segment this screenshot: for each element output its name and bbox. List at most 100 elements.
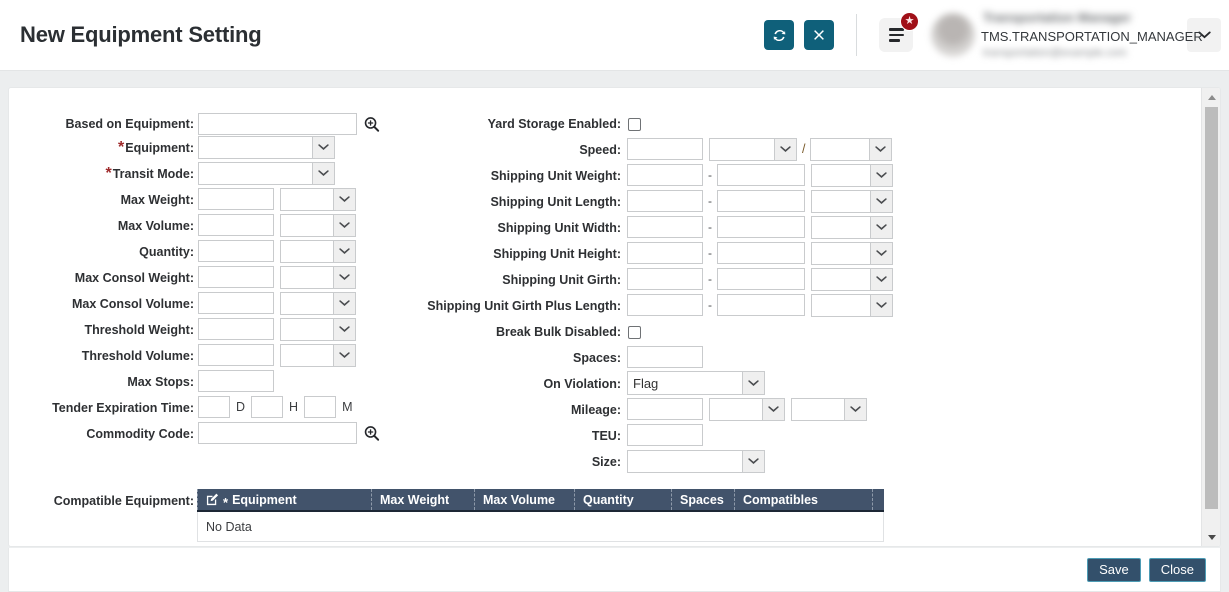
tender-expiration-hours-input[interactable] [251,396,284,418]
su-weight-from-input[interactable] [627,164,703,186]
su-girth-uom-select[interactable] [811,267,893,291]
equipment-select[interactable] [198,135,335,159]
threshold-weight-uom-select[interactable] [280,317,356,341]
mileage-type-select[interactable] [791,397,867,421]
based-on-equipment-input[interactable] [198,113,357,135]
field-shipping-unit-height: - [627,241,893,265]
chevron-down-icon [762,398,784,420]
field-threshold-volume [198,343,356,367]
field-spaces-label: Spaces: [573,351,621,365]
su-length-from-input[interactable] [627,190,703,212]
teu-input[interactable] [627,424,703,446]
su-girth-from-input[interactable] [627,268,703,290]
max-consol-volume-uom-select[interactable] [280,291,356,315]
max-stops-input[interactable] [198,370,274,392]
su-height-uom-select[interactable] [811,241,893,265]
break-bulk-disabled-checkbox[interactable] [628,325,641,339]
su-width-from-input[interactable] [627,216,703,238]
size-select[interactable] [627,449,765,473]
save-button[interactable]: Save [1087,558,1141,582]
chevron-down-icon [774,138,796,160]
field-break-bulk-disabled [628,320,641,344]
form-panel: Based on Equipment: * Equipment: * Trans… [8,87,1221,547]
su-weight-uom-select[interactable] [811,163,893,187]
su-girth-to-input[interactable] [717,268,805,290]
quantity-uom-select[interactable] [280,239,356,263]
field-equipment-label: * Equipment: [118,139,194,156]
notifications-menu[interactable]: ★ [879,12,919,52]
table-column-quantity[interactable]: Quantity [574,489,671,510]
max-volume-uom-select[interactable] [280,213,356,237]
refresh-button[interactable] [764,20,794,50]
menu-line-1 [888,28,904,31]
field-quantity-label: Quantity: [139,245,194,259]
table-column-max-weight[interactable]: Max Weight [371,489,474,510]
scrollbar-thumb[interactable] [1205,107,1218,509]
table-column-equipment[interactable]: * Equipment [197,489,371,510]
su-height-to-input[interactable] [717,242,805,264]
on-violation-select[interactable]: Flag [627,371,765,395]
mileage-input[interactable] [627,398,703,420]
su-width-to-input[interactable] [717,216,805,238]
chevron-down-icon [870,268,892,290]
su-girth-plus-length-to-input[interactable] [717,294,805,316]
max-weight-uom-select[interactable] [280,187,356,211]
scroll-up-arrow[interactable] [1202,88,1220,106]
spaces-input[interactable] [627,346,703,368]
commodity-code-lookup-button[interactable] [363,425,380,442]
su-girth-plus-length-uom-select[interactable] [811,293,893,317]
table-column-compatibles[interactable]: Compatibles [734,489,872,510]
field-su-girth-label: Shipping Unit Girth: [502,273,621,287]
su-weight-to-input[interactable] [717,164,805,186]
tender-expiration-days-input[interactable] [198,396,230,418]
speed-distance-uom-select[interactable] [709,137,797,161]
equipment-required-marker: * [118,139,125,156]
table-column-spaces[interactable]: Spaces [671,489,734,510]
mileage-uom-select[interactable] [709,397,785,421]
su-length-uom-select[interactable] [811,189,893,213]
tender-expiration-minutes-input[interactable] [304,396,337,418]
threshold-volume-uom-select[interactable] [280,343,356,367]
threshold-volume-input[interactable] [198,344,274,366]
max-weight-input[interactable] [198,188,274,210]
transit-mode-select[interactable] [198,161,335,185]
refresh-icon [773,29,785,41]
field-equipment [198,135,335,159]
su-girth-plus-length-from-input[interactable] [627,294,703,316]
max-consol-volume-input[interactable] [198,292,274,314]
vertical-scrollbar[interactable] [1201,88,1220,546]
field-transit-mode [198,161,335,185]
max-consol-weight-input[interactable] [198,266,274,288]
user-info[interactable]: Transportation Manager TMS.TRANSPORTATIO… [979,8,1203,62]
su-height-from-input[interactable] [627,242,703,264]
yard-storage-enabled-checkbox[interactable] [628,117,641,131]
close-window-button[interactable] [804,20,834,50]
based-on-equipment-lookup-button[interactable] [363,116,380,133]
max-consol-weight-uom-select[interactable] [280,265,356,289]
quantity-input[interactable] [198,240,274,262]
application-window: New Equipment Setting ★ Transportation M… [0,0,1229,592]
commodity-code-input[interactable] [198,422,357,444]
tender-hours-unit: H [289,400,299,414]
user-display-name: Transportation Manager [983,10,1132,25]
field-max-stops [198,369,274,393]
field-threshold-weight-label: Threshold Weight: [84,323,195,337]
chevron-down-icon [869,138,892,160]
threshold-weight-input[interactable] [198,318,274,340]
su-width-uom-select[interactable] [811,215,893,239]
field-su-weight-label: Shipping Unit Weight: [490,169,621,183]
close-button[interactable]: Close [1148,558,1206,582]
speed-time-uom-select[interactable] [810,137,893,161]
field-size-label: Size: [591,455,621,469]
table-empty-message: No Data [206,519,252,534]
max-volume-input[interactable] [198,214,274,236]
field-shipping-unit-length: - [627,189,893,213]
field-commodity-code-label: Commodity Code: [86,427,194,441]
speed-input[interactable] [627,138,703,160]
field-on-violation-label: On Violation: [543,377,621,391]
su-length-to-input[interactable] [717,190,805,212]
field-speed-label: Speed: [579,143,621,157]
user-secondary-info: transportation@example.com [983,47,1127,59]
scroll-down-arrow[interactable] [1202,528,1220,546]
table-column-max-volume[interactable]: Max Volume [474,489,574,510]
